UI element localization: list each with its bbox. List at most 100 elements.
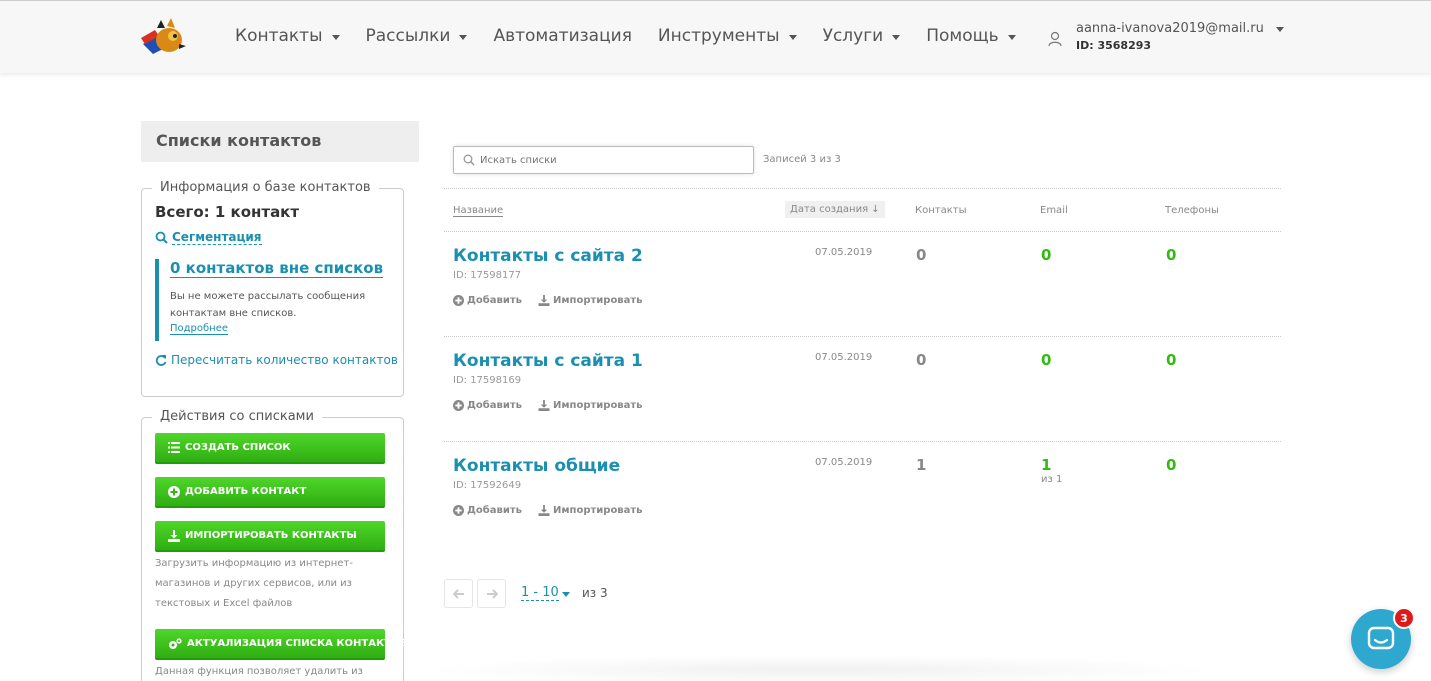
nav-mailings-label: Рассылки	[365, 26, 451, 46]
phones-count: 0	[1166, 456, 1177, 474]
divider	[444, 336, 1281, 337]
nav-services-label: Услуги	[822, 26, 884, 46]
list-id: ID: 17598177	[453, 270, 522, 281]
list-id: ID: 17592649	[453, 480, 522, 491]
top-navbar: Контакты Рассылки Автоматизация Инструме…	[0, 0, 1431, 73]
nav-contacts[interactable]: Контакты	[235, 26, 340, 46]
plus-circle-icon	[453, 505, 464, 516]
plus-circle-icon	[453, 295, 464, 306]
actualize-list-button[interactable]: АКТУАЛИЗАЦИЯ СПИСКА КОНТАКТОВ	[155, 629, 407, 660]
nav-services[interactable]: Услуги	[823, 26, 901, 46]
actualize-note: Данная функция позволяет удалить из базы	[155, 666, 363, 677]
list-actions-panel: Действия со списками СОЗДАТЬ СПИСОК ДОБА…	[141, 409, 407, 681]
add-to-list-button[interactable]: Добавить	[453, 400, 522, 411]
search-icon	[155, 231, 168, 244]
sidebar-header: Списки контактов	[141, 121, 419, 162]
import-contacts-label: ИМПОРТИРОВАТЬ КОНТАКТЫ	[185, 530, 357, 541]
page: Контакты Рассылки Автоматизация Инструме…	[0, 0, 1431, 681]
next-page-button[interactable]	[477, 579, 506, 608]
search-lists-input[interactable]	[480, 154, 740, 166]
total-contacts: Всего: 1 контакт	[155, 203, 300, 221]
recount-label: Пересчитать количество контактов	[171, 353, 398, 367]
sidebar-title: Списки контактов	[156, 131, 322, 150]
import-to-list-button[interactable]: Импортировать	[538, 400, 643, 411]
more-link[interactable]: Подробнее	[170, 323, 229, 335]
search-lists-field[interactable]	[453, 146, 754, 174]
user-menu[interactable]: aanna-ivanova2019@mail.ru ID: 3568293	[1048, 21, 1284, 52]
user-icon	[1048, 31, 1062, 47]
search-icon	[463, 154, 475, 166]
outside-lists-block: 0 контактов вне списков Вы не можете рас…	[155, 259, 390, 341]
outside-lists-link[interactable]: 0 контактов вне списков	[170, 259, 384, 278]
segmentation-label: Сегментация	[172, 230, 262, 245]
add-contact-button[interactable]: ДОБАВИТЬ КОНТАКТ	[155, 477, 385, 508]
divider	[444, 231, 1281, 232]
contacts-count: 0	[916, 246, 927, 264]
list-actions-legend: Действия со списками	[152, 409, 322, 424]
page-range-label: 1 - 10	[521, 585, 559, 601]
chevron-down-icon	[788, 34, 797, 40]
add-label: Добавить	[467, 505, 522, 516]
page-total: из 3	[582, 586, 608, 600]
list-date: 07.05.2019	[815, 457, 873, 468]
segmentation-link[interactable]: Сегментация	[155, 230, 262, 245]
add-to-list-button[interactable]: Добавить	[453, 295, 522, 306]
nav-help-label: Помощь	[926, 26, 999, 46]
column-header-email: Email	[1040, 205, 1068, 216]
email-count: 1	[1041, 456, 1052, 474]
email-count-note: из 1	[1041, 474, 1063, 485]
user-id: ID: 3568293	[1076, 39, 1152, 52]
main-nav: Контакты Рассылки Автоматизация Инструме…	[235, 26, 1042, 46]
chevron-down-icon	[892, 34, 901, 40]
list-title-link[interactable]: Контакты общие	[453, 456, 620, 476]
chevron-down-icon	[1007, 34, 1016, 40]
phones-count: 0	[1166, 246, 1177, 264]
list-date: 07.05.2019	[815, 352, 873, 363]
chat-unread-badge: 3	[1393, 607, 1415, 629]
divider	[444, 188, 1281, 189]
add-to-list-button[interactable]: Добавить	[453, 505, 522, 516]
arrow-left-icon	[452, 588, 464, 599]
nav-tools-label: Инструменты	[657, 26, 780, 46]
divider	[444, 441, 1281, 442]
import-label: Импортировать	[553, 505, 643, 516]
plus-circle-icon	[168, 485, 180, 498]
list-icon	[168, 442, 180, 453]
page-size-dropdown[interactable]: 1 - 10	[521, 585, 570, 601]
list-date: 07.05.2019	[815, 247, 873, 258]
list-title-link[interactable]: Контакты с сайта 1	[453, 351, 643, 371]
column-header-date[interactable]: Дата создания ↓	[785, 201, 885, 218]
prev-page-button[interactable]	[444, 579, 473, 608]
import-contacts-button[interactable]: ИМПОРТИРОВАТЬ КОНТАКТЫ	[155, 521, 385, 552]
column-header-contacts: Контакты	[915, 205, 967, 216]
chevron-down-icon	[459, 34, 468, 40]
import-label: Импортировать	[553, 295, 643, 306]
phones-count: 0	[1166, 351, 1177, 369]
recount-link[interactable]: Пересчитать количество контактов	[155, 353, 398, 367]
nav-mailings[interactable]: Рассылки	[366, 26, 468, 46]
actualize-list-label: АКТУАЛИЗАЦИЯ СПИСКА КОНТАКТОВ	[187, 638, 408, 649]
records-count: Записей 3 из 3	[763, 154, 841, 165]
list-title-link[interactable]: Контакты с сайта 2	[453, 246, 643, 266]
download-icon	[538, 295, 550, 306]
nav-automation-label: Автоматизация	[493, 26, 632, 46]
import-to-list-button[interactable]: Импортировать	[538, 505, 643, 516]
contacts-info-panel: Информация о базе контактов Всего: 1 кон…	[141, 180, 404, 397]
add-label: Добавить	[467, 400, 522, 411]
download-icon	[538, 400, 550, 411]
nav-tools[interactable]: Инструменты	[658, 26, 797, 46]
arrow-right-icon	[486, 588, 498, 599]
import-label: Импортировать	[553, 400, 643, 411]
logo-icon[interactable]	[139, 16, 187, 58]
email-count: 0	[1041, 351, 1052, 369]
create-list-label: СОЗДАТЬ СПИСОК	[185, 442, 291, 453]
nav-automation[interactable]: Автоматизация	[493, 26, 631, 46]
column-header-phones: Телефоны	[1165, 205, 1219, 216]
import-note: Загрузить информацию из интернет-магазин…	[155, 558, 353, 609]
column-header-name[interactable]: Название	[453, 205, 504, 217]
nav-help[interactable]: Помощь	[926, 26, 1016, 46]
chevron-down-icon	[1275, 27, 1284, 32]
chat-icon	[1367, 626, 1395, 650]
import-to-list-button[interactable]: Импортировать	[538, 295, 643, 306]
create-list-button[interactable]: СОЗДАТЬ СПИСОК	[155, 433, 385, 464]
